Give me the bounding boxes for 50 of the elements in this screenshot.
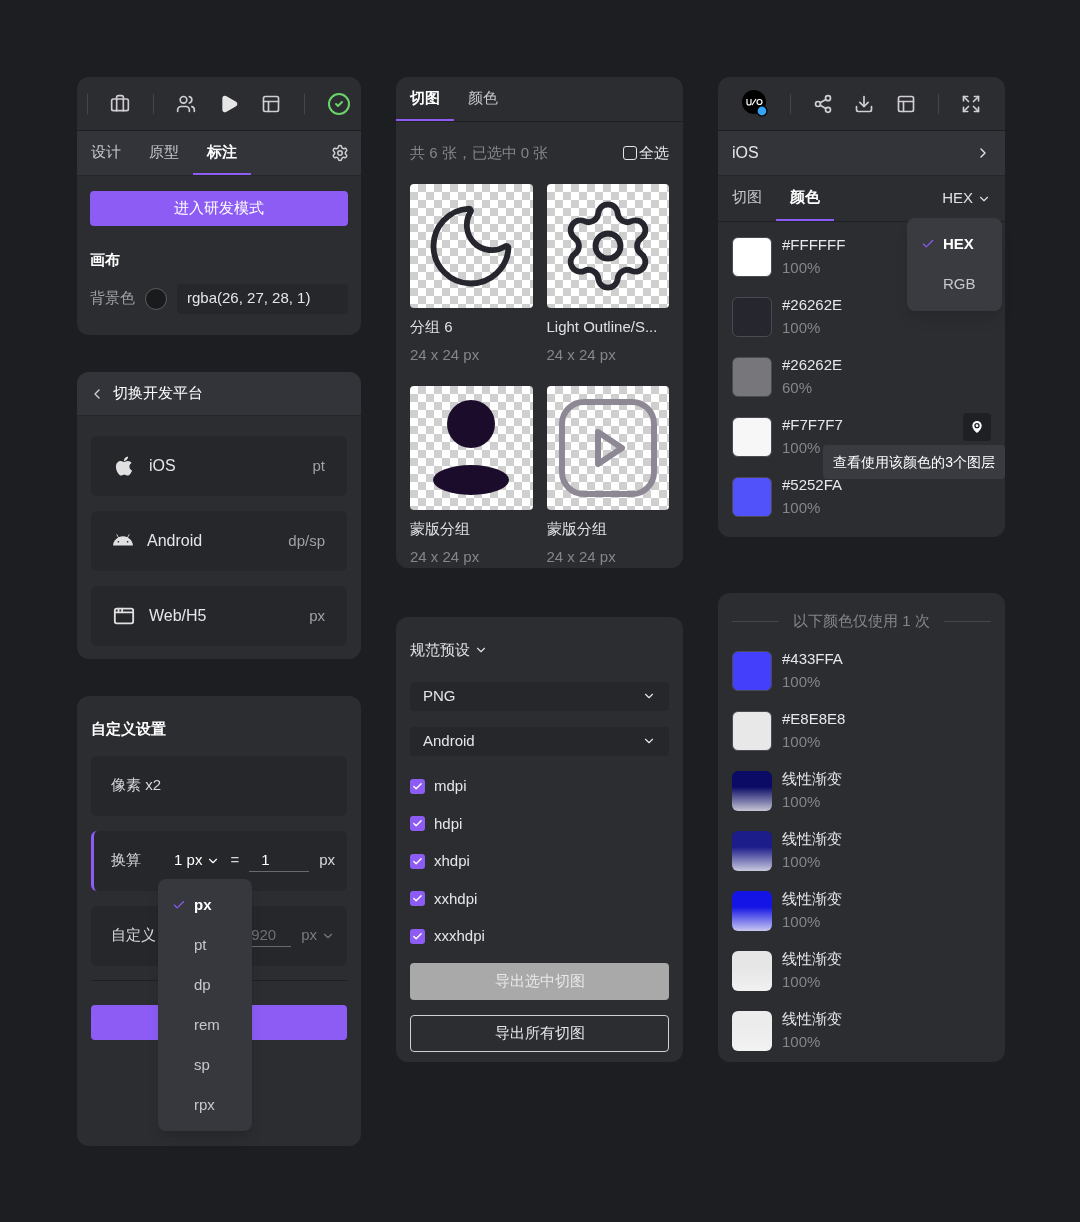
color-name: #FFFFFF <box>782 236 846 255</box>
slice-name: Light Outline/S... <box>546 317 659 337</box>
platform-name: Android <box>147 531 203 551</box>
color-name: #26262E <box>782 296 843 315</box>
panel-title: 自定义设置 <box>91 719 167 739</box>
color-opacity: 100% <box>782 319 822 338</box>
color-opacity: 100% <box>782 672 822 692</box>
slice-size: 24 x 24 px <box>410 546 481 567</box>
slice-name: 分组 6 <box>410 317 454 337</box>
color-name: 线性渐变 <box>782 769 842 789</box>
color-opacity: 100% <box>782 439 822 458</box>
field-label: 背景色 <box>90 288 135 309</box>
row-label: 自定义 <box>111 925 156 946</box>
color-name: #E8E8E8 <box>782 709 846 729</box>
row-label: 像素 x2 <box>111 775 161 796</box>
platform-name: iOS <box>149 456 176 476</box>
color-name: 线性渐变 <box>782 949 842 969</box>
color-opacity: 100% <box>782 259 822 278</box>
slice-size: 24 x 24 px <box>546 344 617 365</box>
color-name: 线性渐变 <box>782 829 842 849</box>
color-name: #433FFA <box>782 649 843 669</box>
color-opacity: 100% <box>782 852 822 872</box>
color-name: #26262E <box>782 356 843 375</box>
platform-unit: px <box>309 605 325 626</box>
summary-text: 共 6 张，已选中 0 张 <box>410 142 549 163</box>
platform-unit: dp/sp <box>288 530 325 551</box>
color-opacity: 100% <box>782 732 822 752</box>
color-name: 线性渐变 <box>782 889 842 909</box>
slice-name: 蒙版分组 <box>546 519 608 539</box>
color-opacity: 60% <box>782 379 814 398</box>
unit-label: px <box>319 850 335 871</box>
section-title: 画布 <box>90 250 121 270</box>
color-opacity: 100% <box>782 972 822 992</box>
color-opacity: 100% <box>782 912 822 932</box>
panel-title: 切换开发平台 <box>113 383 203 404</box>
equals-sign: = <box>230 850 240 871</box>
color-opacity: 100% <box>782 1032 822 1052</box>
color-name: 线性渐变 <box>782 1009 842 1029</box>
slice-size: 24 x 24 px <box>410 344 481 365</box>
color-opacity: 100% <box>782 499 822 518</box>
slice-size: 24 x 24 px <box>546 546 617 567</box>
platform-unit: pt <box>312 455 325 476</box>
slice-name: 蒙版分组 <box>410 519 471 539</box>
platform-name: Web/H5 <box>149 606 207 626</box>
row-label: 换算 <box>111 850 141 871</box>
color-name: #F7F7F7 <box>782 416 843 435</box>
tooltip: 查看使用该颜色的3个图层 <box>823 445 1005 479</box>
section-title: 以下颜色仅使用 1 次 <box>793 611 930 631</box>
color-name: #5252FA <box>782 476 843 495</box>
color-opacity: 100% <box>782 792 822 812</box>
